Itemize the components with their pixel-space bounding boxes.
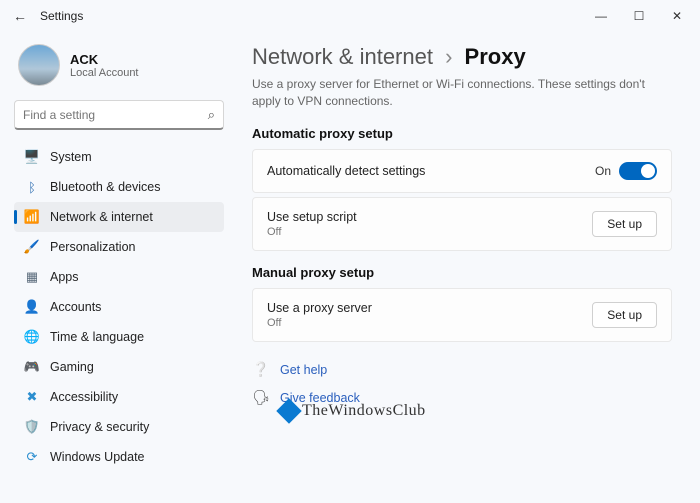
page-description: Use a proxy server for Ethernet or Wi-Fi…: [252, 76, 672, 110]
setup-script-button[interactable]: Set up: [592, 211, 657, 237]
window-title: Settings: [40, 9, 83, 23]
sidebar-icon: ⟳: [24, 449, 40, 465]
chevron-right-icon: ›: [445, 44, 452, 69]
auto-detect-toggle[interactable]: [619, 162, 657, 180]
sidebar-item-personalization[interactable]: 🖌️ Personalization: [14, 232, 224, 262]
auto-detect-title: Automatically detect settings: [267, 164, 595, 178]
search-input[interactable]: [23, 108, 208, 122]
user-block[interactable]: ACK Local Account: [18, 44, 224, 86]
use-proxy-button[interactable]: Set up: [592, 302, 657, 328]
page-title: Proxy: [465, 44, 526, 69]
sidebar-item-label: Accessibility: [50, 390, 118, 404]
maximize-button[interactable]: ☐: [620, 2, 658, 30]
sidebar-item-label: Apps: [50, 270, 79, 284]
sidebar-item-label: Network & internet: [50, 210, 153, 224]
sidebar-item-label: Accounts: [50, 300, 101, 314]
sidebar-item-time-language[interactable]: 🌐 Time & language: [14, 322, 224, 352]
breadcrumb-parent[interactable]: Network & internet: [252, 44, 433, 69]
search-box[interactable]: ⌕: [14, 100, 224, 130]
sidebar-item-accounts[interactable]: 👤 Accounts: [14, 292, 224, 322]
avatar: [18, 44, 60, 86]
sidebar-item-accessibility[interactable]: ✖ Accessibility: [14, 382, 224, 412]
sidebar-icon: 👤: [24, 299, 40, 315]
sidebar-item-privacy-security[interactable]: 🛡️ Privacy & security: [14, 412, 224, 442]
footer-links: ❔ Get help 🗣 Give feedback: [252, 356, 672, 412]
sidebar: ACK Local Account ⌕ 🖥️ System ᛒ Bluetooth &…: [0, 32, 232, 503]
sidebar-icon: 📶: [24, 209, 40, 225]
sidebar-item-label: Gaming: [50, 360, 94, 374]
sidebar-item-system[interactable]: 🖥️ System: [14, 142, 224, 172]
sidebar-item-apps[interactable]: ▦ Apps: [14, 262, 224, 292]
auto-detect-card: Automatically detect settings On: [252, 149, 672, 193]
setup-script-title: Use setup script: [267, 210, 592, 224]
use-proxy-title: Use a proxy server: [267, 301, 592, 315]
back-button[interactable]: ←: [4, 8, 36, 24]
sidebar-icon: ▦: [24, 269, 40, 285]
sidebar-item-windows-update[interactable]: ⟳ Windows Update: [14, 442, 224, 472]
main-panel: Network & internet › Proxy Use a proxy s…: [232, 32, 700, 503]
sidebar-item-label: Personalization: [50, 240, 135, 254]
nav-list: 🖥️ System ᛒ Bluetooth & devices 📶 Network & i…: [14, 142, 224, 472]
sidebar-icon: 🖥️: [24, 149, 40, 165]
sidebar-icon: ✖: [24, 389, 40, 405]
user-sub: Local Account: [70, 67, 139, 79]
help-icon: ❔: [252, 361, 270, 379]
sidebar-item-label: System: [50, 150, 92, 164]
give-feedback-label: Give feedback: [280, 391, 360, 405]
use-proxy-card: Use a proxy server Off Set up: [252, 288, 672, 342]
breadcrumb: Network & internet › Proxy: [252, 44, 672, 70]
auto-detect-state: On: [595, 164, 611, 178]
search-icon: ⌕: [208, 107, 215, 123]
sidebar-item-label: Privacy & security: [50, 420, 149, 434]
close-button[interactable]: ✕: [658, 2, 696, 30]
use-proxy-sub: Off: [267, 317, 592, 329]
minimize-button[interactable]: —: [582, 2, 620, 30]
section-manual: Manual proxy setup: [252, 265, 672, 280]
setup-script-sub: Off: [267, 226, 592, 238]
sidebar-icon: 🛡️: [24, 419, 40, 435]
sidebar-icon: 🌐: [24, 329, 40, 345]
give-feedback-link[interactable]: 🗣 Give feedback: [252, 384, 672, 412]
get-help-link[interactable]: ❔ Get help: [252, 356, 672, 384]
sidebar-item-gaming[interactable]: 🎮 Gaming: [14, 352, 224, 382]
sidebar-item-bluetooth-devices[interactable]: ᛒ Bluetooth & devices: [14, 172, 224, 202]
sidebar-item-label: Windows Update: [50, 450, 145, 464]
feedback-icon: 🗣: [252, 389, 270, 407]
section-automatic: Automatic proxy setup: [252, 126, 672, 141]
sidebar-icon: ᛒ: [24, 179, 40, 195]
get-help-label: Get help: [280, 363, 327, 377]
sidebar-item-network-internet[interactable]: 📶 Network & internet: [14, 202, 224, 232]
setup-script-card: Use setup script Off Set up: [252, 197, 672, 251]
sidebar-item-label: Bluetooth & devices: [50, 180, 161, 194]
user-name: ACK: [70, 52, 139, 67]
sidebar-icon: 🖌️: [24, 239, 40, 255]
sidebar-item-label: Time & language: [50, 330, 144, 344]
title-bar: ← Settings — ☐ ✕: [0, 0, 700, 32]
sidebar-icon: 🎮: [24, 359, 40, 375]
